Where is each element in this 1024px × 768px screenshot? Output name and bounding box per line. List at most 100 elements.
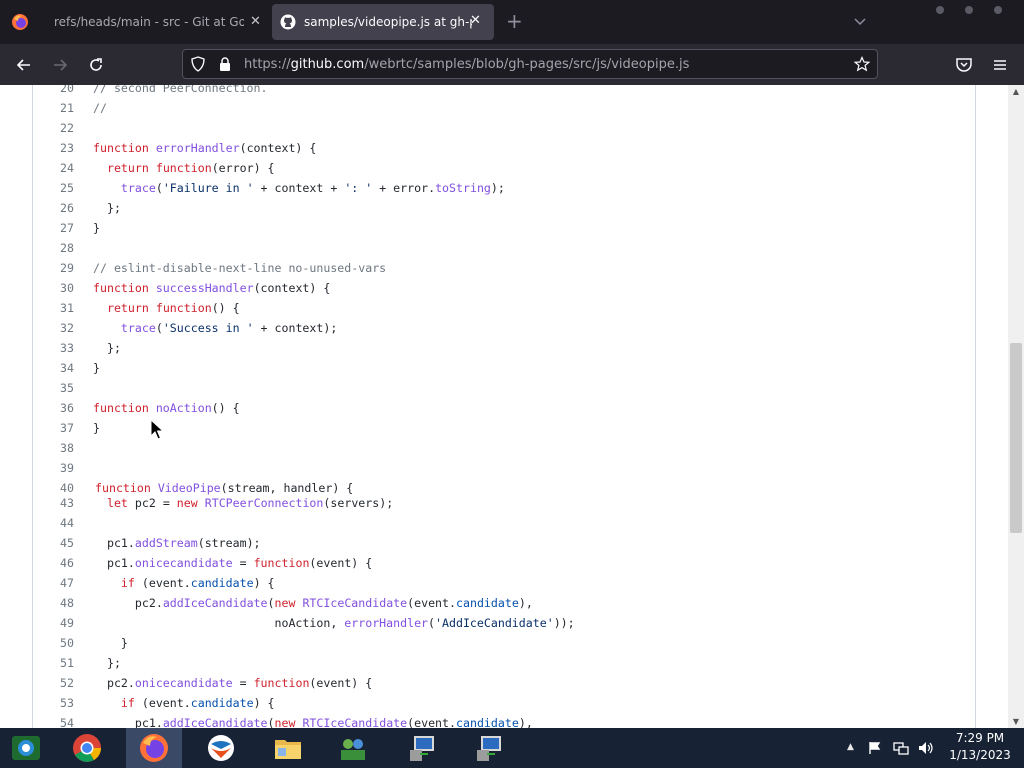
code-text: } xyxy=(93,421,100,435)
windows-media-center-icon[interactable] xyxy=(10,732,42,764)
close-tab-icon[interactable]: ✕ xyxy=(470,13,481,28)
volume-icon[interactable] xyxy=(918,741,934,755)
code-text: pc2.onicecandidate = function(event) { xyxy=(93,676,373,690)
line-number[interactable]: 22 xyxy=(40,118,74,138)
url-scheme: https:// xyxy=(244,57,291,72)
network-icon[interactable] xyxy=(893,741,909,755)
line-number[interactable]: 26 xyxy=(40,198,74,218)
clock-time: 7:29 PM xyxy=(955,731,1005,745)
lock-icon[interactable] xyxy=(218,56,232,72)
code-text: }; xyxy=(93,201,121,215)
line-number[interactable]: 48 xyxy=(40,593,74,613)
line-number[interactable]: 53 xyxy=(40,693,74,713)
remote-desktop-icon[interactable] xyxy=(473,732,505,764)
line-number[interactable]: 46 xyxy=(40,553,74,573)
line-number[interactable]: 51 xyxy=(40,653,74,673)
line-number[interactable]: 43 xyxy=(40,493,74,513)
bookmark-star-icon[interactable] xyxy=(854,56,870,72)
tracking-protection-shield-icon[interactable] xyxy=(190,56,206,72)
file-explorer-icon[interactable] xyxy=(272,732,304,764)
mouse-cursor-icon xyxy=(150,419,164,440)
code-text: // eslint-disable-next-line no-unused-va… xyxy=(93,261,387,275)
tab-title: samples/videopipe.js at gh-pages xyxy=(304,15,472,29)
maximize-window-icon[interactable] xyxy=(965,6,973,14)
line-number[interactable]: 30 xyxy=(40,278,74,298)
clock-date: 1/13/2023 xyxy=(949,748,1011,762)
scroll-up-icon[interactable]: ▲ xyxy=(1008,87,1024,96)
tab-videopipe[interactable]: samples/videopipe.js at gh-pages ✕ xyxy=(272,4,494,40)
line-number[interactable]: 28 xyxy=(40,238,74,258)
code-text: if (event.candidate) { xyxy=(120,696,275,710)
windows-taskbar: ▲ 7:29 PM 1/13/2023 xyxy=(0,728,1024,768)
show-hidden-icons-button[interactable]: ▲ xyxy=(847,742,854,752)
line-number[interactable]: 36 xyxy=(40,398,74,418)
tab-git-google[interactable]: refs/heads/main - src - Git at Google ✕ xyxy=(42,0,270,44)
line-number[interactable]: 29 xyxy=(40,258,74,278)
line-number[interactable]: 49 xyxy=(40,613,74,633)
code-text: // xyxy=(93,101,107,115)
code-text: return function(error) { xyxy=(106,161,275,175)
line-number[interactable]: 52 xyxy=(40,673,74,693)
line-number[interactable]: 44 xyxy=(40,513,74,533)
line-number[interactable]: 39 xyxy=(40,458,74,478)
url-text[interactable]: https://github.com/webrtc/samples/blob/g… xyxy=(244,57,689,72)
network-users-icon[interactable] xyxy=(337,732,369,764)
system-clock[interactable]: 7:29 PM 1/13/2023 xyxy=(944,730,1016,764)
line-number[interactable]: 47 xyxy=(40,573,74,593)
line-number[interactable]: 54 xyxy=(40,713,74,728)
line-number[interactable]: 35 xyxy=(40,378,74,398)
hamburger-menu-icon[interactable] xyxy=(990,55,1010,75)
code-text: function errorHandler(context) { xyxy=(93,141,317,155)
scroll-down-icon[interactable]: ▼ xyxy=(1008,717,1024,726)
line-number[interactable]: 27 xyxy=(40,218,74,238)
windows-live-icon[interactable] xyxy=(205,732,237,764)
forward-arrow-icon[interactable] xyxy=(50,55,70,75)
github-icon xyxy=(280,14,296,30)
line-number[interactable]: 25 xyxy=(40,178,74,198)
code-text: } xyxy=(93,636,128,650)
line-number[interactable]: 50 xyxy=(40,633,74,653)
remote-desktop-icon[interactable] xyxy=(406,732,438,764)
code-text: function successHandler(context) { xyxy=(93,281,331,295)
code-text: noAction, errorHandler('AddIceCandidate'… xyxy=(93,616,575,630)
code-text: trace('Success in ' + context); xyxy=(120,321,338,335)
action-center-flag-icon[interactable] xyxy=(868,741,882,755)
line-number[interactable]: 24 xyxy=(40,158,74,178)
line-number[interactable]: 23 xyxy=(40,138,74,158)
close-window-icon[interactable] xyxy=(994,6,1002,14)
code-text: } xyxy=(93,361,100,375)
vertical-scrollbar[interactable]: ▲ ▼ xyxy=(1008,85,1024,728)
code-text: pc2.addIceCandidate(new RTCIceCandidate(… xyxy=(93,596,533,610)
address-bar[interactable]: https://github.com/webrtc/samples/blob/g… xyxy=(182,49,878,79)
close-tab-icon[interactable]: ✕ xyxy=(250,14,261,29)
line-number[interactable]: 45 xyxy=(40,533,74,553)
url-path: /webrtc/samples/blob/gh-pages/src/js/vid… xyxy=(364,57,690,72)
url-domain: github.com xyxy=(290,57,365,72)
scrollbar-thumb[interactable] xyxy=(1010,343,1022,533)
line-number[interactable]: 21 xyxy=(40,98,74,118)
code-text: pc1.onicecandidate = function(event) { xyxy=(93,556,373,570)
line-number[interactable]: 31 xyxy=(40,298,74,318)
firefox-menu-icon[interactable] xyxy=(11,13,29,31)
back-arrow-icon[interactable] xyxy=(14,55,34,75)
line-number[interactable]: 33 xyxy=(40,338,74,358)
line-number[interactable]: 32 xyxy=(40,318,74,338)
code-text: }; xyxy=(93,656,121,670)
reload-icon[interactable] xyxy=(86,55,106,75)
code-text: pc1.addIceCandidate(new RTCIceCandidate(… xyxy=(93,716,533,728)
line-number[interactable]: 20 xyxy=(40,85,74,98)
line-number[interactable]: 38 xyxy=(40,438,74,458)
page-content: 20 // second PeerConnection. 21 // 22 23 funct… xyxy=(0,85,1008,728)
line-number[interactable]: 37 xyxy=(40,418,74,438)
chrome-icon[interactable] xyxy=(71,732,103,764)
firefox-icon[interactable] xyxy=(138,732,170,764)
minimize-window-icon[interactable] xyxy=(936,6,944,14)
pocket-icon[interactable] xyxy=(954,55,974,75)
line-number[interactable]: 34 xyxy=(40,358,74,378)
navigation-toolbar: https://github.com/webrtc/samples/blob/g… xyxy=(0,44,1024,85)
new-tab-button[interactable]: + xyxy=(506,11,523,31)
code-text: pc1.addStream(stream); xyxy=(93,536,261,550)
list-all-tabs-icon[interactable] xyxy=(853,14,867,28)
code-text: function noAction() { xyxy=(93,401,240,415)
code-text: }; xyxy=(93,341,121,355)
